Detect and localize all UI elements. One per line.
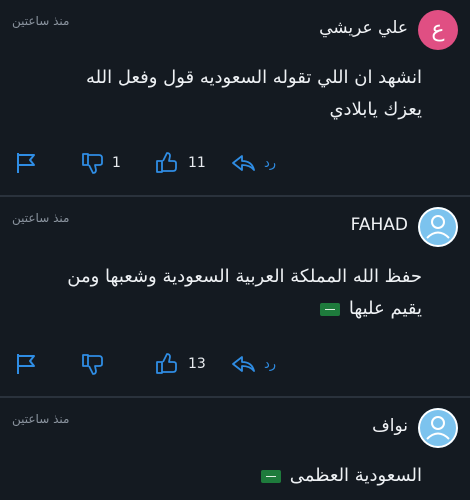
comment-header: FAHAD منذ ساعتين [0,203,470,251]
avatar[interactable] [418,207,458,247]
reply-button[interactable]: رد [230,349,276,379]
like-button[interactable]: 11 [154,148,206,178]
like-button[interactable]: 13 [154,349,206,379]
dislike-button[interactable]: 1 [80,148,121,178]
comment-line: يقيم عليها [22,293,422,325]
user-icon [418,408,458,448]
flag-icon [17,153,35,173]
reply-arrow-icon [232,155,255,171]
like-count: 11 [188,155,206,171]
reply-arrow-icon [232,356,255,372]
comment-body: حفظ الله المملكة العربية السعودية وشعبها… [22,261,422,325]
like-count: 13 [188,356,206,372]
thumbs-up-icon [156,353,177,374]
saudi-flag-icon [260,469,281,483]
reply-button[interactable]: رد [230,148,276,178]
author-name[interactable]: علي عريشي [319,18,408,38]
dislike-count: 1 [112,155,121,171]
author-name[interactable]: FAHAD [351,215,408,235]
comment-card: نواف منذ ساعتين السعودية العظمى [0,398,470,500]
comment-header: نواف منذ ساعتين [0,404,470,452]
comment-line: يعزك يابلادي [329,99,422,120]
user-icon [418,207,458,247]
comment-line: السعودية العظمى [22,460,422,492]
report-button[interactable] [14,148,40,178]
avatar[interactable]: ع [418,10,458,50]
report-button[interactable] [14,349,40,379]
saudi-flag-icon [320,302,341,316]
flag-icon [17,354,35,374]
reply-label: رد [264,356,277,372]
comment-line-text: السعودية العظمى [289,465,422,486]
comment-line: حفظ الله المملكة العربية السعودية وشعبها… [67,266,422,287]
comment-card: ع علي عريشي منذ ساعتين انشهد ان اللي تقو… [0,0,470,196]
comment-actions: 1 11 رد [0,148,470,178]
dislike-button[interactable] [80,349,106,379]
thumbs-up-icon [156,152,177,173]
comment-body: انشهد ان اللي تقوله السعوديه قول وفعل ال… [22,62,422,126]
comment-line: انشهد ان اللي تقوله السعوديه قول وفعل ال… [86,67,422,88]
author-name[interactable]: نواف [372,416,408,436]
comment-card: FAHAD منذ ساعتين حفظ الله المملكة العربي… [0,197,470,397]
comment-header: ع علي عريشي منذ ساعتين [0,6,470,54]
thumbs-down-icon [82,153,103,174]
comment-actions: 13 رد [0,349,470,379]
comment-line-text: يقيم عليها [348,298,422,319]
comment-body: السعودية العظمى [22,460,422,492]
comment-timestamp: منذ ساعتين [12,211,70,225]
avatar[interactable] [418,408,458,448]
reply-label: رد [264,155,277,171]
thumbs-down-icon [82,354,103,375]
comment-timestamp: منذ ساعتين [12,14,70,28]
comment-timestamp: منذ ساعتين [12,412,70,426]
